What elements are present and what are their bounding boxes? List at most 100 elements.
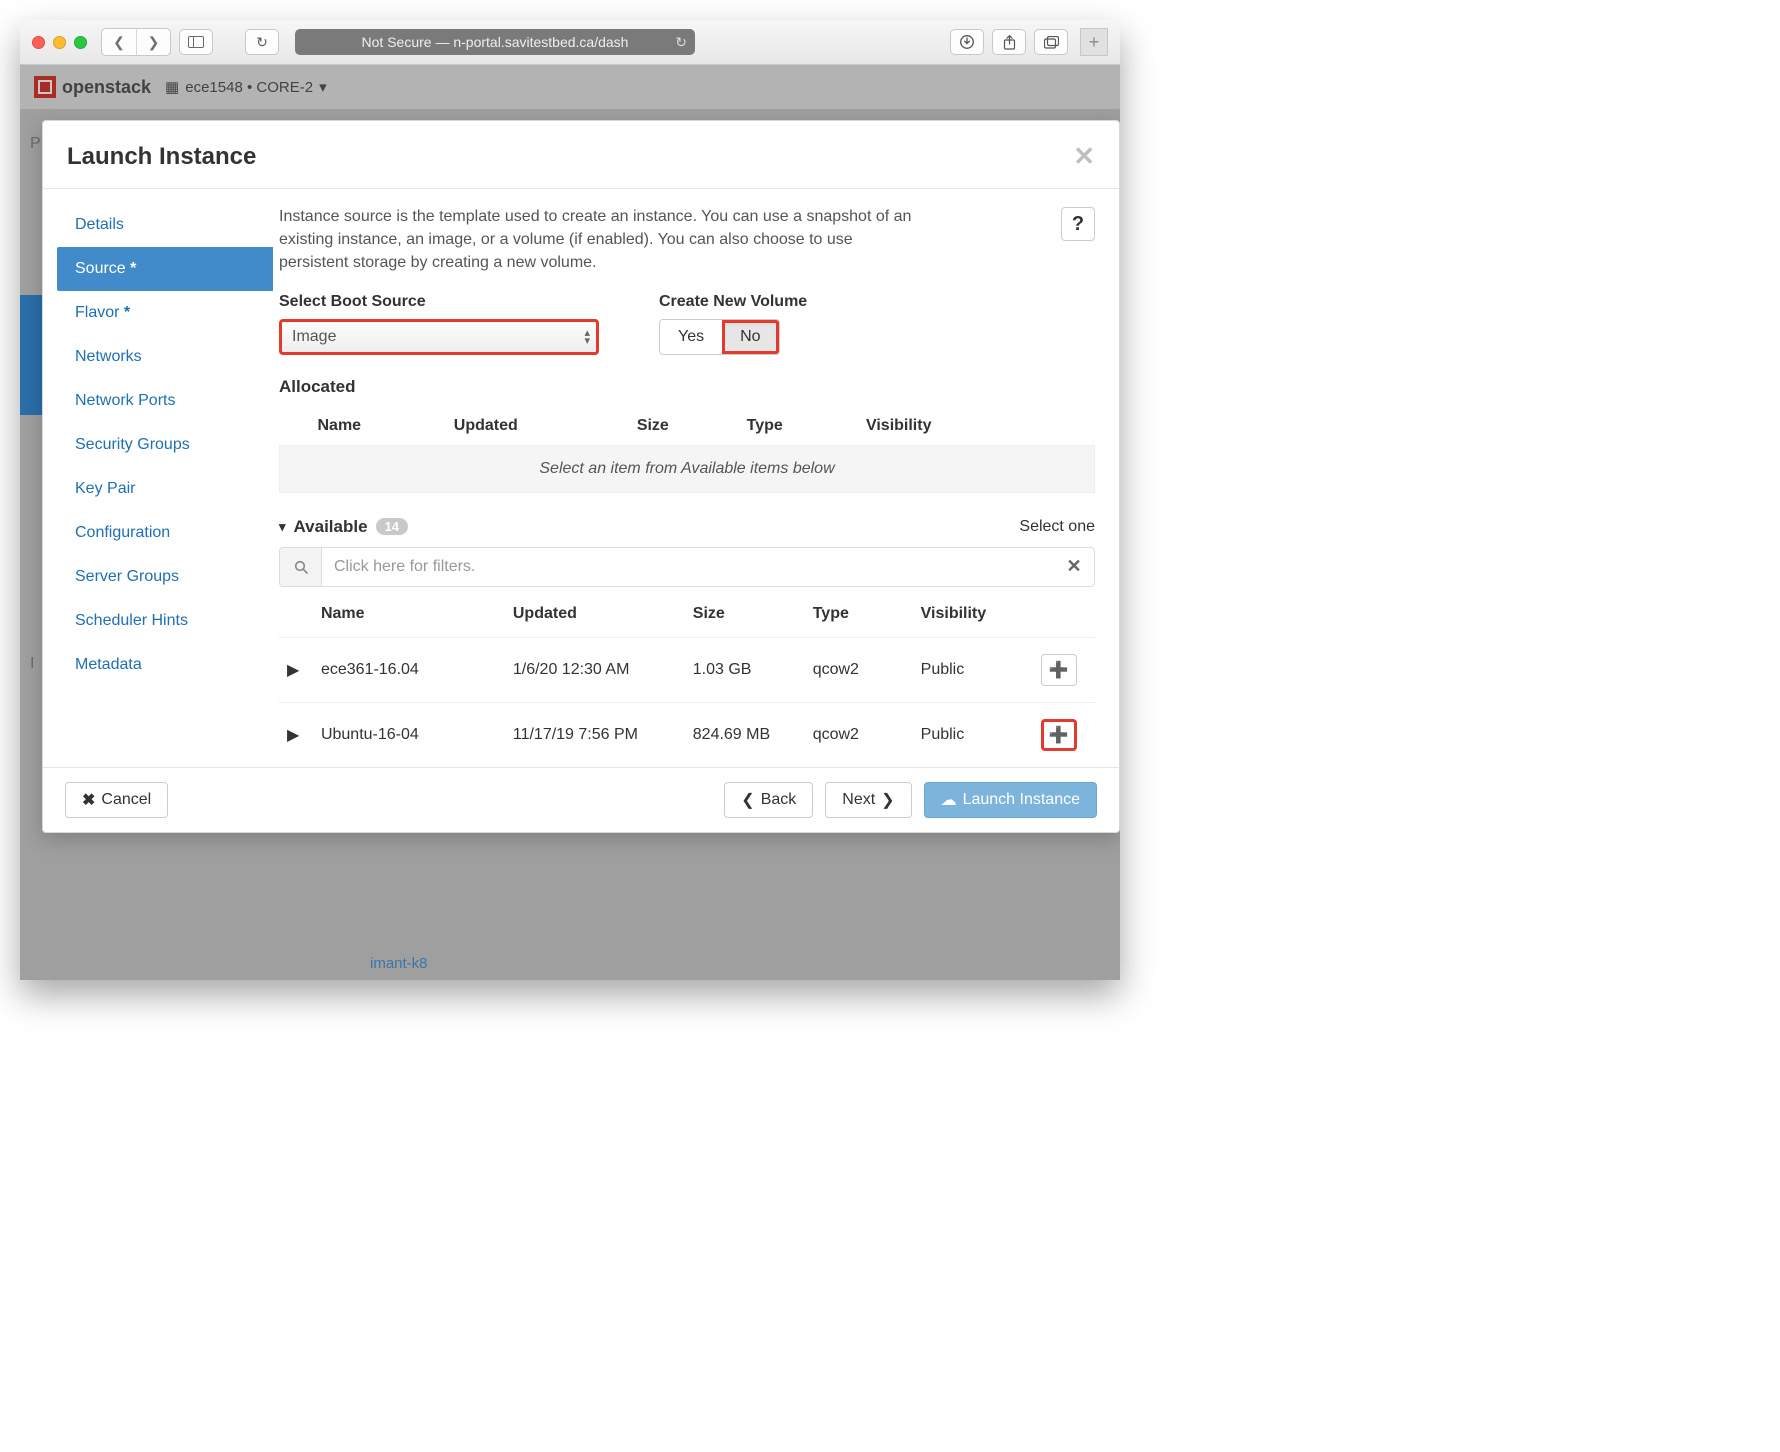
back-label: Back: [761, 791, 797, 809]
new-tab-button[interactable]: +: [1080, 28, 1108, 56]
add-button[interactable]: ➕: [1041, 654, 1077, 686]
close-icon: ✖: [82, 790, 95, 810]
create-volume-toggle: Yes No: [659, 319, 780, 355]
browser-window: ❮ ❯ ↻ Not Secure — n-portal.savitestbed.…: [20, 20, 1120, 980]
table-row: ▶ ece361-16.04 1/6/20 12:30 AM 1.03 GB q…: [279, 637, 1095, 702]
toggle-no[interactable]: No: [722, 320, 778, 354]
tabs-button[interactable]: [1034, 29, 1068, 55]
nav-source[interactable]: Source: [57, 247, 273, 291]
allocated-placeholder: Select an item from Available items belo…: [280, 445, 1095, 492]
available-table: Name Updated Size Type Visibility ▶: [279, 591, 1095, 767]
bg-link[interactable]: imant-k8: [370, 955, 428, 972]
available-count-badge: 14: [376, 518, 408, 535]
launch-label: Launch Instance: [963, 791, 1080, 809]
back-button[interactable]: ❮ Back: [724, 782, 813, 818]
col-updated: Updated: [446, 407, 629, 446]
boot-source-label: Select Boot Source: [279, 293, 599, 311]
help-button[interactable]: ?: [1061, 207, 1095, 241]
nav-scheduler-hints[interactable]: Scheduler Hints: [57, 599, 273, 643]
form-row: Select Boot Source Image ▴▾ Create New V…: [279, 293, 1095, 355]
cancel-label: Cancel: [101, 791, 151, 809]
url-bar[interactable]: Not Secure — n-portal.savitestbed.ca/das…: [295, 29, 695, 55]
select-caret-icon: ▴▾: [584, 329, 590, 345]
chevron-down-icon: ▾: [319, 78, 327, 96]
brand-text: openstack: [62, 77, 151, 98]
nav-network-ports[interactable]: Network Ports: [57, 379, 273, 423]
share-button[interactable]: [992, 29, 1026, 55]
brand-logo[interactable]: openstack: [34, 76, 151, 98]
window-zoom-icon[interactable]: [74, 36, 87, 49]
col-type: Type: [805, 591, 913, 638]
chevron-left-icon: ❮: [741, 790, 754, 810]
close-button[interactable]: ✕: [1073, 141, 1095, 172]
reload-icon[interactable]: ↻: [675, 34, 687, 51]
cell-visibility: Public: [913, 637, 1033, 702]
cell-size: 824.69 MB: [685, 702, 805, 767]
page-header: openstack ▦ ece1548 • CORE-2 ▾: [20, 65, 1120, 110]
launch-instance-button[interactable]: ☁ Launch Instance: [924, 782, 1097, 818]
next-label: Next: [842, 791, 875, 809]
cancel-button[interactable]: ✖ Cancel: [65, 782, 168, 818]
reload-button[interactable]: ↻: [245, 29, 279, 55]
nav-flavor[interactable]: Flavor: [57, 291, 273, 335]
col-size: Size: [685, 591, 805, 638]
nav-networks[interactable]: Networks: [57, 335, 273, 379]
expand-row-icon[interactable]: ▶: [279, 702, 313, 767]
page-background: openstack ▦ ece1548 • CORE-2 ▾ P I imant…: [20, 65, 1120, 980]
cell-name: Ubuntu-16-04: [313, 702, 505, 767]
next-button[interactable]: Next ❯: [825, 782, 911, 818]
cell-type: qcow2: [805, 637, 913, 702]
project-crumb-text: ece1548 • CORE-2: [185, 79, 313, 96]
cell-size: 1.03 GB: [685, 637, 805, 702]
filter-input[interactable]: [322, 548, 1054, 586]
boot-source-value: Image: [292, 328, 336, 346]
filter-bar: ✕: [279, 547, 1095, 587]
col-size: Size: [629, 407, 739, 446]
wizard-nav: Details Source Flavor Networks Network P…: [43, 189, 273, 767]
filter-clear-button[interactable]: ✕: [1054, 548, 1094, 586]
cell-updated: 11/17/19 7:56 PM: [505, 702, 685, 767]
nav-configuration[interactable]: Configuration: [57, 511, 273, 555]
nav-back-forward: ❮ ❯: [101, 28, 171, 56]
project-selector[interactable]: ▦ ece1548 • CORE-2 ▾: [165, 78, 327, 96]
bg-text: P: [30, 135, 41, 153]
boot-source-select[interactable]: Image ▴▾: [279, 319, 599, 355]
nav-metadata[interactable]: Metadata: [57, 643, 273, 687]
nav-key-pair[interactable]: Key Pair: [57, 467, 273, 511]
cell-updated: 1/6/20 12:30 AM: [505, 637, 685, 702]
col-name: Name: [313, 591, 505, 638]
window-close-icon[interactable]: [32, 36, 45, 49]
available-title: Available: [294, 517, 368, 537]
cloud-upload-icon: ☁: [941, 790, 957, 810]
modal-header: Launch Instance ✕: [43, 121, 1119, 189]
sidebar-toggle-button[interactable]: [179, 29, 213, 55]
bg-text: I: [30, 655, 34, 673]
window-minimize-icon[interactable]: [53, 36, 66, 49]
col-visibility: Visibility: [858, 407, 1045, 446]
col-name: Name: [310, 407, 446, 446]
window-icon: ▦: [165, 78, 179, 96]
toggle-yes[interactable]: Yes: [660, 320, 722, 354]
chevron-right-icon: ❯: [881, 790, 894, 810]
modal-title: Launch Instance: [67, 143, 256, 171]
modal-body: Details Source Flavor Networks Network P…: [43, 189, 1119, 767]
expand-row-icon[interactable]: ▶: [279, 637, 313, 702]
col-updated: Updated: [505, 591, 685, 638]
description-text: Instance source is the template used to …: [279, 205, 919, 275]
nav-back-button[interactable]: ❮: [102, 29, 136, 55]
nav-details[interactable]: Details: [57, 203, 273, 247]
cell-name: ece361-16.04: [313, 637, 505, 702]
bg-active-marker: [20, 295, 42, 415]
cell-visibility: Public: [913, 702, 1033, 767]
nav-forward-button[interactable]: ❯: [136, 29, 170, 55]
add-button[interactable]: ➕: [1041, 719, 1077, 751]
available-header: ▾ Available 14 Select one: [279, 517, 1095, 537]
launch-instance-modal: Launch Instance ✕ Details Source Flavor …: [42, 120, 1120, 833]
chevron-down-icon[interactable]: ▾: [279, 519, 286, 535]
downloads-button[interactable]: [950, 29, 984, 55]
table-row: ▶ Ubuntu-16-04 11/17/19 7:56 PM 824.69 M…: [279, 702, 1095, 767]
allocated-table: Name Updated Size Type Visibility Select…: [279, 407, 1095, 493]
nav-security-groups[interactable]: Security Groups: [57, 423, 273, 467]
help-icon: ?: [1072, 213, 1084, 236]
nav-server-groups[interactable]: Server Groups: [57, 555, 273, 599]
